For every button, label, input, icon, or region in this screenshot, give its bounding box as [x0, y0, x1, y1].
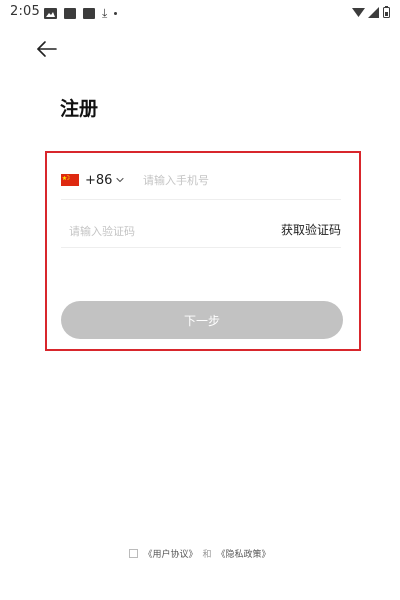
- status-system-icons: [352, 5, 390, 19]
- wifi-icon: [352, 7, 365, 18]
- page-title: 注册: [60, 98, 99, 120]
- status-time: 2:05: [10, 4, 40, 19]
- image-icon: [44, 4, 57, 23]
- dot-icon: [114, 11, 118, 15]
- chevron-down-icon: [116, 177, 124, 183]
- next-button[interactable]: 下一步: [61, 301, 343, 339]
- agreement-row: 《用户协议》 和 《隐私政策》: [0, 545, 400, 561]
- phone-row: +86: [61, 161, 341, 200]
- square-icon: [83, 7, 95, 19]
- agreement-checkbox[interactable]: [129, 548, 139, 558]
- registration-form: +86 获取验证码 下一步: [45, 151, 361, 351]
- status-bar: 2:05 ⤓: [0, 0, 400, 26]
- status-notification-icons: ⤓: [44, 6, 124, 20]
- verification-code-input[interactable]: [69, 221, 239, 241]
- verification-code-row: 获取验证码: [61, 215, 341, 248]
- battery-icon: [383, 6, 390, 18]
- phone-number-input[interactable]: [143, 170, 333, 190]
- arrow-left-icon: [37, 41, 57, 57]
- agreement-conjunction: 和: [202, 549, 212, 560]
- country-code-selector[interactable]: +86: [61, 171, 124, 189]
- signal-icon: [368, 6, 379, 18]
- country-code: +86: [85, 172, 113, 188]
- back-button[interactable]: [36, 40, 66, 64]
- get-code-button[interactable]: 获取验证码: [281, 221, 341, 238]
- privacy-policy-link[interactable]: 《隐私政策》: [217, 547, 271, 560]
- square-icon: [64, 7, 76, 19]
- china-flag-icon: [61, 174, 79, 186]
- download-icon: ⤓: [102, 6, 108, 20]
- user-agreement-link[interactable]: 《用户协议》: [143, 547, 197, 560]
